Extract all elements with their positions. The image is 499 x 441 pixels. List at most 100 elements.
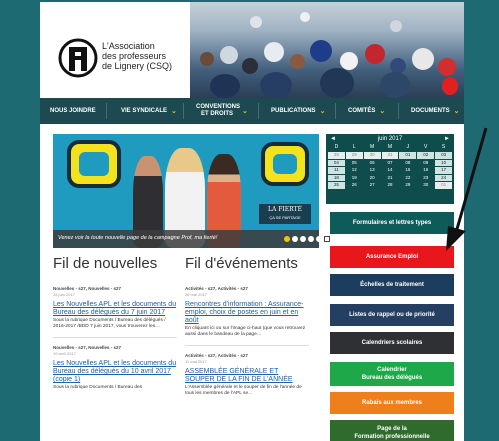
calendar-day[interactable]: 13	[363, 167, 381, 174]
calendar-day[interactable]: 08	[399, 159, 417, 166]
calendar-day[interactable]: 03	[435, 152, 452, 159]
calendar-day[interactable]: 20	[363, 174, 381, 181]
nav-item-conventions[interactable]: CONVENTIONS ET DROITS ⌄	[196, 104, 258, 118]
calendar-day[interactable]: 06	[363, 159, 381, 166]
event-headline-link[interactable]: ASSEMBLÉE GÉNÉRALE ET SOUPER DE LA FIN D…	[185, 368, 309, 384]
nav-divider	[398, 103, 399, 119]
calendar-day[interactable]: 21	[381, 174, 399, 181]
nav-divider	[183, 103, 184, 119]
nav-item-vie-syndicale[interactable]: VIE SYNDICALE ⌄	[121, 108, 183, 115]
calendar-day[interactable]: 01	[435, 182, 452, 189]
quick-link-button[interactable]: Calendriers scolaires	[330, 332, 454, 354]
calendar-day[interactable]: 31	[381, 152, 399, 159]
calendar-day[interactable]: 14	[381, 167, 399, 174]
chevron-down-icon: ⌄	[319, 107, 326, 115]
event-item: Activités - s27, Activités - s27 11 mai …	[185, 353, 309, 397]
calendar-day[interactable]: 26	[345, 182, 363, 189]
chevron-down-icon: ⌄	[453, 107, 460, 115]
calendar-weekday: V	[424, 144, 428, 150]
slide-dot[interactable]	[292, 236, 298, 242]
header-crowd-photo	[190, 2, 464, 98]
pause-icon[interactable]	[324, 236, 330, 242]
nav-item-documents[interactable]: DOCUMENTS ⌄	[411, 108, 460, 115]
banner-caption[interactable]: Venez voir la toute nouvelle page de la …	[53, 230, 319, 248]
quick-link-button[interactable]: Assurance Emploi	[330, 246, 454, 268]
quick-link-button[interactable]: Listes de rappel ou de priorité	[330, 304, 454, 326]
calendar-day[interactable]: 19	[345, 174, 363, 181]
org-name-line: de Lignery (CSQ)	[102, 61, 173, 71]
nav-item-publications[interactable]: PUBLICATIONS ⌄	[271, 108, 335, 115]
calendar-weekday: L	[352, 144, 356, 150]
calendar-day[interactable]: 07	[381, 159, 399, 166]
next-month-icon[interactable]: ►	[444, 136, 450, 142]
calendar-day[interactable]: 09	[417, 159, 435, 166]
calendar-day[interactable]: 04	[328, 159, 345, 166]
quick-link-button[interactable]: Page de la Formation professionnelle	[330, 420, 454, 441]
nav-divider	[335, 103, 336, 119]
calendar-day[interactable]: 29	[399, 182, 417, 189]
news-item: Nouvelles - s27, Nouvelles - s27 15 juin…	[53, 286, 177, 330]
event-excerpt: En cliquant ici ou sur l'image ci-haut (…	[185, 326, 306, 337]
calendar-day[interactable]: 22	[399, 174, 417, 181]
calendar-day[interactable]: 24	[435, 174, 452, 181]
quick-link-label: Formation professionnelle	[354, 434, 430, 440]
news-excerpt: Sous la rubrique Documents / Bureau des …	[53, 318, 166, 329]
calendar-month: juin 2017	[377, 136, 403, 142]
calendar-day[interactable]: 25	[328, 182, 345, 189]
org-name-line: L'Association	[102, 41, 155, 51]
calendar-day[interactable]: 17	[435, 167, 452, 174]
slideshow-pager	[284, 236, 330, 242]
quick-link-label: Échelles de traitement	[360, 282, 424, 288]
tagline-sub: ÇA SE PARTAGE	[269, 215, 301, 220]
calendar-day[interactable]: 18	[328, 174, 345, 181]
main-navigation: NOUS JOINDRE VIE SYNDICALE ⌄ CONVENTIONS…	[40, 98, 464, 124]
previous-month-icon[interactable]: ◄	[330, 136, 336, 142]
nav-divider	[258, 103, 259, 119]
calendar-weekday: J	[406, 144, 410, 150]
calendar-day[interactable]: 02	[417, 152, 435, 159]
calendar-day[interactable]: 01	[399, 152, 417, 159]
calendar-day[interactable]: 27	[363, 182, 381, 189]
association-logo[interactable]	[58, 38, 98, 78]
calendar-day[interactable]: 29	[345, 152, 363, 159]
slide-dot[interactable]	[316, 236, 322, 242]
quick-link-button[interactable]: Échelles de traitement	[330, 274, 454, 296]
news-excerpt: Sous la rubrique Documents / Bureau des	[53, 385, 143, 390]
calendar-day[interactable]: 28	[381, 182, 399, 189]
calendar-day[interactable]: 12	[345, 167, 363, 174]
divider	[185, 345, 309, 346]
slide-dot[interactable]	[300, 236, 306, 242]
quick-link-button[interactable]: Formulaires et lettres types	[330, 212, 454, 234]
speech-bubble-left-inner	[79, 152, 109, 176]
news-headline-link[interactable]: Les Nouvelles APL et les documents du Bu…	[53, 360, 177, 384]
chevron-down-icon: ⌄	[379, 107, 386, 115]
calendar-widget: ◄ juin 2017 ► D L M M J V S 28 29 30 31 01 02 03 04 05 0…	[326, 134, 454, 204]
calendar-day[interactable]: 30	[417, 182, 435, 189]
slide-dot[interactable]	[308, 236, 314, 242]
slide-dot[interactable]	[284, 236, 290, 242]
quick-link-button[interactable]: Calendrier Bureau des délégués	[330, 362, 454, 386]
news-headline-link[interactable]: Les Nouvelles APL et les documents du Bu…	[53, 301, 177, 317]
calendar-day[interactable]: 10	[435, 159, 452, 166]
nav-item-comites[interactable]: COMITÉS ⌄	[348, 108, 398, 115]
nav-item-nous-joindre[interactable]: NOUS JOINDRE	[50, 108, 106, 115]
calendar-day[interactable]: 16	[417, 167, 435, 174]
calendar-day[interactable]: 11	[328, 167, 345, 174]
calendar-day[interactable]: 30	[363, 152, 381, 159]
calendar-day[interactable]: 23	[417, 174, 435, 181]
news-item: Nouvelles - s27, Nouvelles - s27 19 avri…	[53, 345, 177, 391]
calendar-weekday: M	[370, 144, 375, 150]
quick-link-label: Bureau des délégués	[361, 375, 423, 381]
events-feed-title: Fil d'événements	[185, 255, 298, 272]
calendar-day[interactable]: 28	[328, 152, 345, 159]
nav-divider	[106, 103, 107, 119]
calendar-day[interactable]: 05	[345, 159, 363, 166]
web-page: L'Association des professeurs de Lignery…	[40, 2, 464, 441]
quick-link-label: Calendrier	[377, 367, 407, 373]
event-headline-link[interactable]: Rencontres d'information : Assurance-emp…	[185, 301, 309, 325]
event-date: 26 mai 2017	[185, 292, 208, 297]
quick-link-label: Assurance Emploi	[365, 254, 419, 260]
calendar-day[interactable]: 15	[399, 167, 417, 174]
nav-item-label: PUBLICATIONS	[271, 107, 316, 114]
quick-link-button[interactable]: Rabais aux membres	[330, 392, 454, 414]
